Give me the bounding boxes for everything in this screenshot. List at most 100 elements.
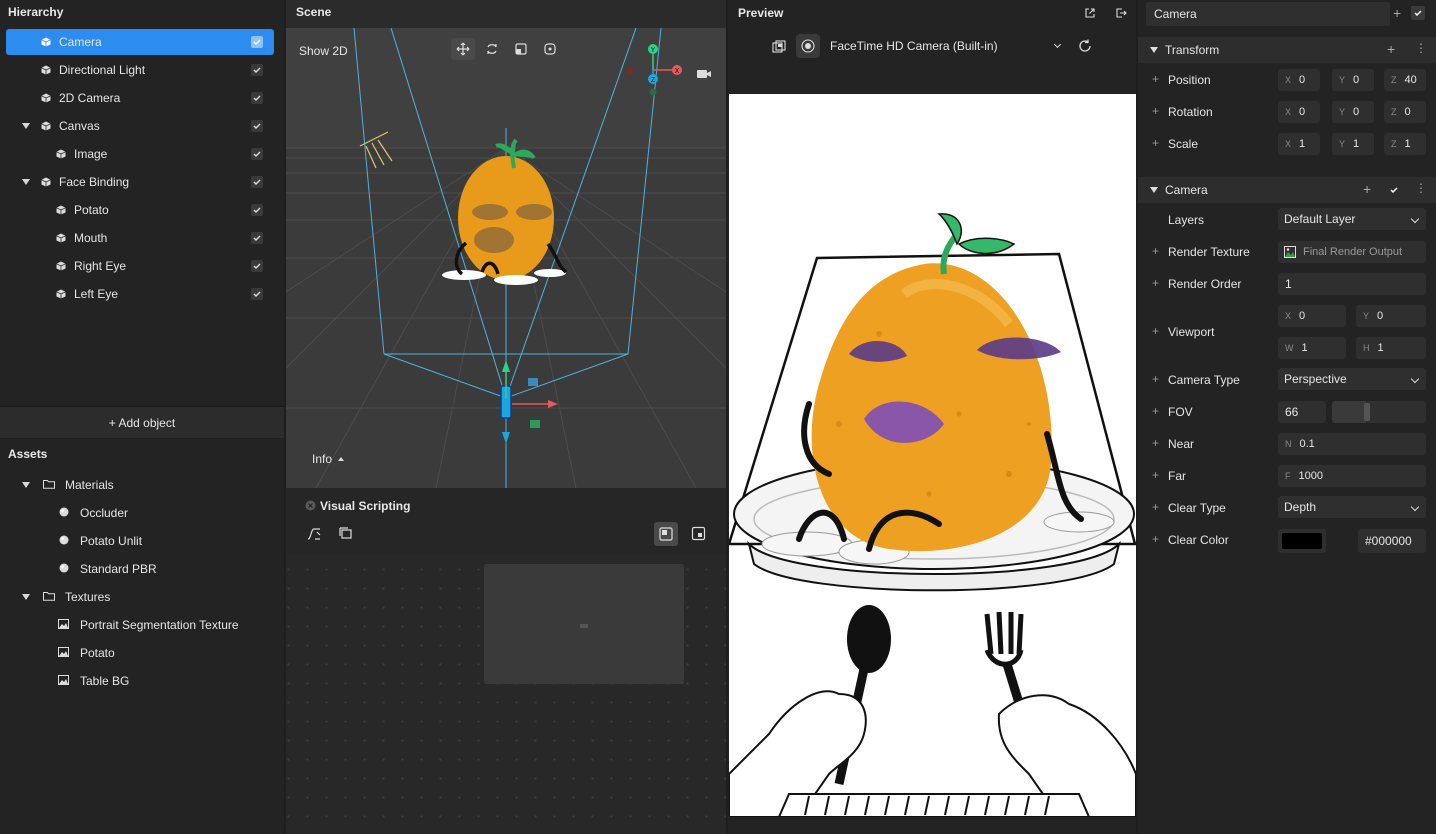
- script-graph-icon[interactable]: [306, 526, 322, 542]
- popout-icon[interactable]: [1084, 7, 1096, 19]
- rotation-y-field[interactable]: Y0: [1332, 101, 1374, 123]
- visibility-checkbox[interactable]: [251, 288, 263, 300]
- hierarchy-item-directional-light[interactable]: Directional Light: [6, 57, 274, 83]
- collapse-arrow-icon[interactable]: [1150, 187, 1158, 193]
- expand-arrow-icon[interactable]: [22, 179, 30, 185]
- hierarchy-item-canvas[interactable]: Canvas: [6, 113, 274, 139]
- visibility-checkbox[interactable]: [251, 232, 263, 244]
- close-icon[interactable]: [305, 500, 316, 511]
- visibility-checkbox[interactable]: [251, 36, 263, 48]
- viewport-w-field[interactable]: W1: [1278, 337, 1346, 359]
- clear-color-swatch-button[interactable]: [1278, 529, 1326, 553]
- scale-y-field[interactable]: Y1: [1332, 133, 1374, 155]
- record-button[interactable]: [796, 34, 820, 58]
- plus-icon[interactable]: +: [1152, 276, 1159, 290]
- minimap-toggle-button[interactable]: [654, 522, 678, 546]
- scene-viewport[interactable]: Show 2D Y X Z Info: [286, 28, 726, 488]
- visibility-checkbox[interactable]: [251, 204, 263, 216]
- asset-item-potato[interactable]: Potato: [0, 640, 284, 666]
- show-2d-toggle[interactable]: Show 2D: [299, 44, 348, 58]
- add-object-button[interactable]: + Add object: [0, 406, 284, 438]
- visibility-checkbox[interactable]: [251, 64, 263, 76]
- clear-type-dropdown[interactable]: Depth: [1278, 496, 1426, 518]
- plus-icon[interactable]: +: [1152, 468, 1159, 482]
- plus-icon[interactable]: +: [1152, 500, 1159, 514]
- asset-item-standard-pbr[interactable]: Standard PBR: [0, 556, 284, 582]
- move-tool-button[interactable]: [451, 38, 475, 60]
- rotation-x-field[interactable]: X0: [1278, 101, 1320, 123]
- plus-icon[interactable]: +: [1152, 244, 1159, 258]
- info-dropdown[interactable]: Info: [312, 452, 345, 466]
- visibility-checkbox[interactable]: [251, 92, 263, 104]
- render-texture-field[interactable]: Final Render Output: [1278, 241, 1426, 263]
- check-icon[interactable]: [1389, 185, 1399, 195]
- fov-slider[interactable]: [1332, 401, 1426, 423]
- plus-icon[interactable]: +: [1152, 532, 1159, 546]
- group-node-icon[interactable]: [338, 526, 354, 542]
- plus-icon[interactable]: +: [1152, 372, 1159, 386]
- visual-scripting-canvas[interactable]: [286, 554, 726, 834]
- hierarchy-item-left-eye[interactable]: Left Eye: [6, 281, 274, 307]
- fov-field[interactable]: 66: [1278, 401, 1326, 423]
- render-order-field[interactable]: 1: [1278, 273, 1426, 295]
- visibility-checkbox[interactable]: [251, 120, 263, 132]
- hierarchy-item-2d-camera[interactable]: 2D Camera: [6, 85, 274, 111]
- fit-view-icon[interactable]: [691, 526, 707, 542]
- position-y-field[interactable]: Y0: [1332, 69, 1374, 91]
- rect-tool-button[interactable]: [538, 38, 562, 60]
- camera-view-icon[interactable]: [696, 68, 712, 80]
- asset-folder-textures[interactable]: Textures: [0, 584, 284, 610]
- viewport-y-field[interactable]: Y0: [1356, 305, 1426, 327]
- rotate-tool-button[interactable]: [480, 38, 504, 60]
- layers-dropdown[interactable]: Default Layer: [1278, 208, 1426, 230]
- plus-icon[interactable]: +: [1152, 72, 1159, 86]
- transform-section-header[interactable]: Transform + ⋮: [1138, 37, 1436, 63]
- position-x-field[interactable]: X0: [1278, 69, 1320, 91]
- camera-section-header[interactable]: Camera + ⋮: [1138, 177, 1436, 203]
- plus-icon[interactable]: +: [1152, 104, 1159, 118]
- export-icon[interactable]: [1115, 7, 1127, 19]
- far-field[interactable]: F 1000: [1278, 465, 1426, 487]
- expand-arrow-icon[interactable]: [22, 594, 30, 600]
- scale-z-field[interactable]: Z1: [1384, 133, 1426, 155]
- position-z-field[interactable]: Z 40: [1384, 69, 1426, 91]
- plus-icon[interactable]: +: [1152, 136, 1159, 150]
- hierarchy-item-face-binding[interactable]: Face Binding: [6, 169, 274, 195]
- camera-type-dropdown[interactable]: Perspective: [1278, 368, 1426, 390]
- hierarchy-item-camera[interactable]: Camera: [6, 29, 274, 55]
- add-icon[interactable]: +: [1387, 41, 1395, 57]
- visibility-checkbox[interactable]: [251, 148, 263, 160]
- refresh-icon[interactable]: [1077, 38, 1093, 54]
- asset-folder-materials[interactable]: Materials: [0, 472, 284, 498]
- plus-icon[interactable]: +: [1152, 404, 1159, 418]
- orientation-gizmo[interactable]: Y X Z: [620, 40, 700, 100]
- add-component-icon[interactable]: +: [1393, 5, 1401, 21]
- more-options-icon[interactable]: ⋮: [1415, 181, 1427, 195]
- camera-source-select[interactable]: FaceTime HD Camera (Built-in): [826, 34, 1068, 58]
- asset-item-potato-unlit[interactable]: Potato Unlit: [0, 528, 284, 554]
- add-icon[interactable]: +: [1363, 181, 1371, 197]
- scale-tool-button[interactable]: [509, 38, 533, 60]
- expand-arrow-icon[interactable]: [22, 482, 30, 488]
- hierarchy-item-mouth[interactable]: Mouth: [6, 225, 274, 251]
- hierarchy-item-potato[interactable]: Potato: [6, 197, 274, 223]
- viewport-h-field[interactable]: H1: [1356, 337, 1426, 359]
- more-options-icon[interactable]: ⋮: [1415, 41, 1427, 55]
- hierarchy-item-right-eye[interactable]: Right Eye: [6, 253, 274, 279]
- asset-item-occluder[interactable]: Occluder: [0, 500, 284, 526]
- asset-item-table-bg[interactable]: Table BG: [0, 668, 284, 694]
- screenshot-icon[interactable]: [771, 39, 787, 55]
- visibility-checkbox[interactable]: [251, 260, 263, 272]
- asset-item-portrait-segmentation-texture[interactable]: Portrait Segmentation Texture: [0, 612, 284, 638]
- plus-icon[interactable]: +: [1152, 436, 1159, 450]
- collapse-arrow-icon[interactable]: [1150, 47, 1158, 53]
- object-enabled-checkbox[interactable]: [1411, 6, 1425, 20]
- near-field[interactable]: N 0.1: [1278, 433, 1426, 455]
- viewport-x-field[interactable]: X0: [1278, 305, 1346, 327]
- rotation-z-field[interactable]: Z0: [1384, 101, 1426, 123]
- expand-arrow-icon[interactable]: [22, 123, 30, 129]
- fov-slider-handle[interactable]: [1364, 403, 1370, 421]
- plus-icon[interactable]: +: [1152, 324, 1159, 338]
- scale-x-field[interactable]: X1: [1278, 133, 1320, 155]
- minimap[interactable]: [484, 564, 684, 684]
